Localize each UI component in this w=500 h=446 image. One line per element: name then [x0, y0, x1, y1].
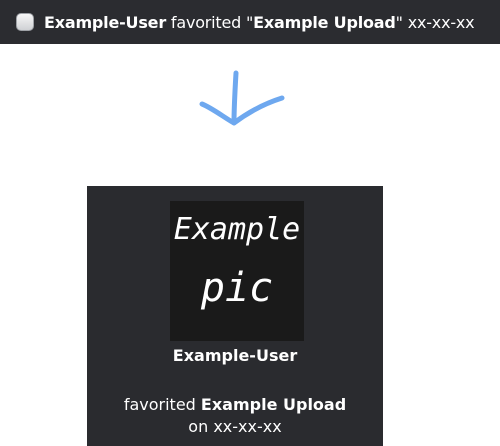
thumbnail-text-line1: Example	[174, 212, 300, 247]
card-favorite-text: favorited Example Upload on xx-xx-xx	[87, 394, 383, 438]
upload-thumbnail[interactable]: Example pic	[170, 201, 304, 341]
notification-user[interactable]: Example-User	[44, 13, 166, 32]
card-upload-title[interactable]: Example Upload	[201, 395, 346, 414]
card-date: xx-xx-xx	[213, 417, 282, 436]
notification-bar[interactable]: Example-User favorited "Example Upload" …	[0, 0, 500, 44]
card-on-label: on	[188, 417, 209, 436]
card-action: favorited	[123, 395, 196, 414]
notification-action: favorited	[170, 12, 242, 32]
thumbnail-text-line2: pic	[200, 265, 273, 311]
arrow-down-icon	[199, 70, 285, 126]
card-user[interactable]: Example-User	[87, 346, 383, 365]
quote-close: "	[395, 12, 403, 32]
notification-text: Example-User favorited "Example Upload" …	[44, 12, 475, 32]
notification-upload-title[interactable]: Example Upload	[253, 13, 396, 32]
avatar-icon[interactable]	[16, 13, 34, 31]
favorite-card[interactable]: Example pic Example-User favorited Examp…	[87, 186, 383, 446]
notification-date: xx-xx-xx	[407, 12, 475, 32]
